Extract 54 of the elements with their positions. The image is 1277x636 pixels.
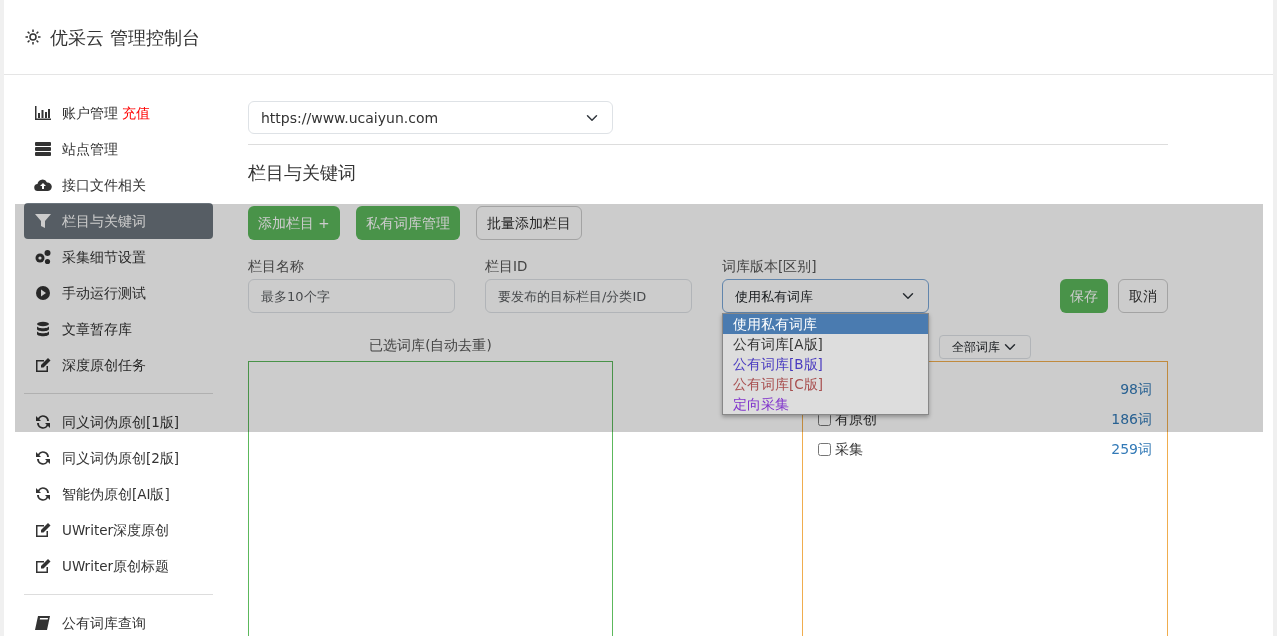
recharge-link[interactable]: 充值 [122, 102, 150, 124]
refresh-icon [34, 414, 52, 430]
field-label: 栏目ID [485, 257, 529, 276]
book-icon [34, 615, 52, 631]
panel-title: 已选词库(自动去重) [368, 336, 493, 356]
server-icon [34, 141, 52, 157]
text-field[interactable]: 要发布的目标栏目/分类ID [485, 279, 692, 314]
sidebar-item[interactable]: UWriter深度原创 [24, 512, 213, 548]
filter-icon [34, 213, 52, 229]
field-label: 词库版本[区别] [722, 257, 818, 276]
sidebar-item[interactable]: UWriter原创标题 [24, 548, 213, 584]
database-icon [34, 321, 52, 337]
refresh-icon [34, 486, 52, 502]
cloud-upload-icon [34, 177, 52, 193]
refresh-icon [34, 450, 52, 466]
sidebar-item[interactable]: 同义词伪原创[2版] [24, 440, 213, 476]
checkbox[interactable] [818, 442, 831, 456]
edit-icon [34, 522, 52, 538]
play-circle-icon [34, 285, 52, 301]
field-label: 栏目名称 [248, 257, 305, 276]
sidebar-item[interactable]: 智能伪原创[AI版] [24, 476, 213, 512]
gears-icon [34, 249, 52, 265]
section-title: 栏目与关键词 [248, 161, 357, 185]
sidebar-item[interactable]: 手动运行测试 [24, 275, 213, 311]
sidebar-item[interactable]: 采集细节设置 [24, 239, 213, 275]
sidebar-item[interactable]: 接口文件相关 [24, 167, 213, 203]
dropdown-option[interactable]: 公有词库[B版] [723, 354, 928, 375]
word-count: 259词 [1111, 439, 1152, 459]
text-field[interactable]: 最多10个字 [248, 279, 455, 314]
dropdown-option[interactable]: 使用私有词库 [723, 314, 928, 335]
version-select[interactable]: 使用私有词库 [722, 279, 929, 314]
sidebar-item[interactable]: 账户管理 充值 [24, 95, 213, 131]
sidebar-item[interactable]: 公有词库查询 [24, 605, 213, 636]
sidebar-item[interactable]: 栏目与关键词 [24, 203, 213, 239]
word-count: 186词 [1111, 409, 1152, 429]
dropdown-option[interactable]: 定向采集 [723, 394, 928, 415]
dropdown-option[interactable]: 公有词库[C版] [723, 374, 928, 395]
button[interactable]: 批量添加栏目 [475, 206, 582, 240]
library-name: 采集 [835, 439, 863, 459]
site-select[interactable]: https://www.ucaiyun.com [248, 101, 613, 134]
edit-icon [34, 558, 52, 574]
header-title: 优采云 管理控制台 [50, 25, 200, 50]
library-filter-select[interactable]: 全部词库 [939, 335, 1031, 360]
sidebar-item[interactable]: 文章暂存库 [24, 311, 213, 347]
button[interactable]: 取消 [1118, 279, 1168, 314]
edit-icon [34, 357, 52, 373]
word-count: 98词 [1120, 379, 1152, 399]
settings-icon [24, 28, 42, 46]
sidebar-item[interactable]: 同义词伪原创[1版] [24, 404, 213, 440]
dropdown-option[interactable]: 公有词库[A版] [723, 334, 928, 355]
checkbox[interactable] [818, 412, 831, 426]
sidebar-item[interactable]: 深度原创任务 [24, 347, 213, 383]
chart-icon [34, 105, 52, 121]
sidebar-item[interactable]: 站点管理 [24, 131, 213, 167]
